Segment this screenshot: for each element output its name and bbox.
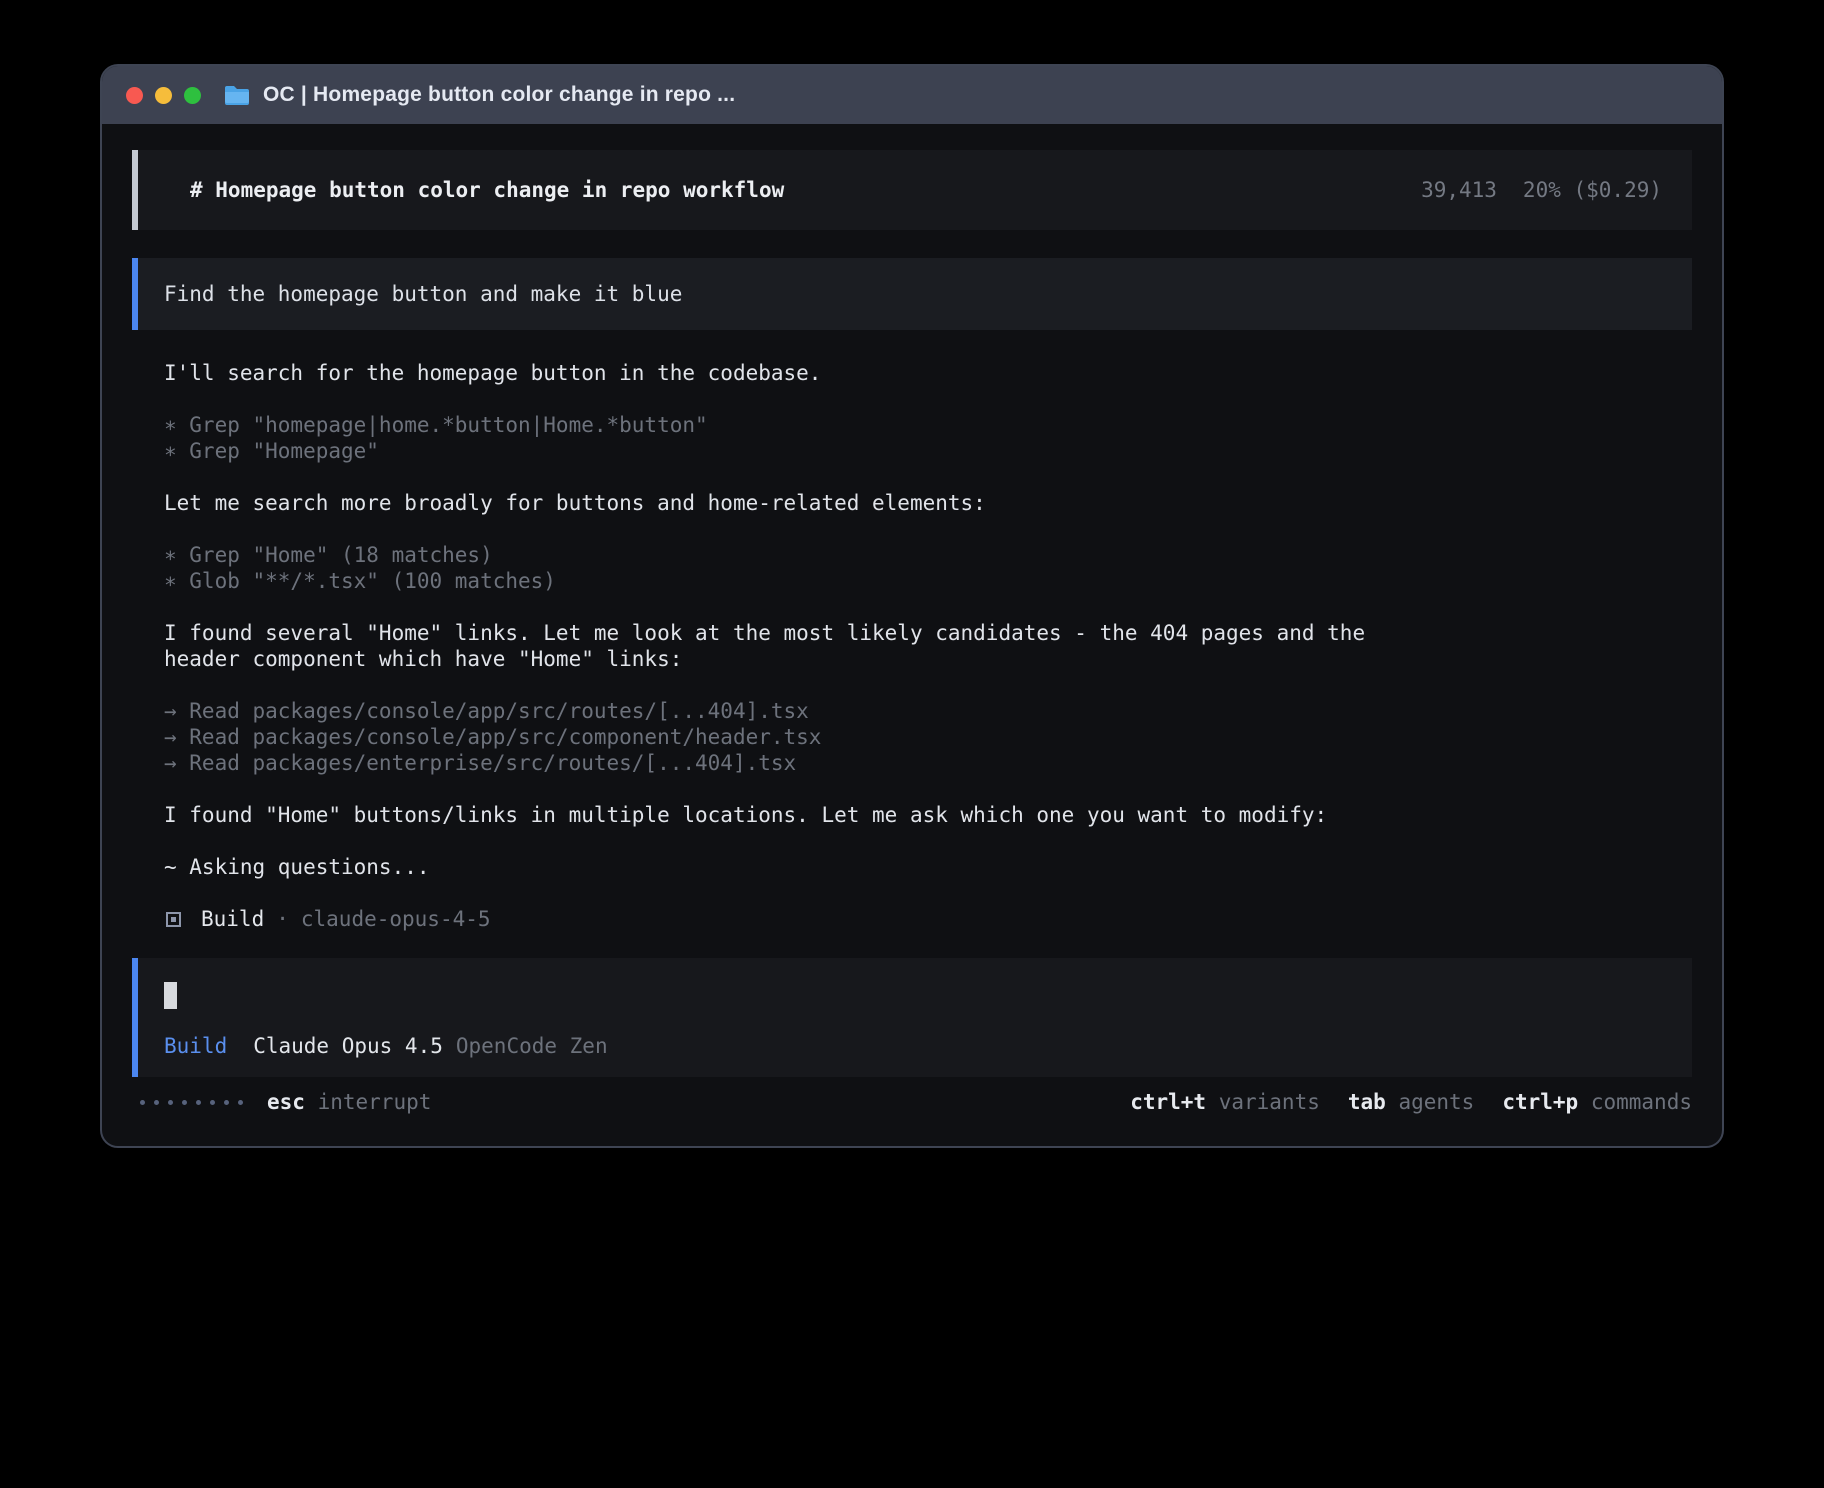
grep-tool-call: ∗ Grep "homepage|home.*button|Home.*butt… <box>164 412 1692 438</box>
agent-separator: · <box>276 906 289 932</box>
variants-hint: ctrl+t variants <box>1130 1089 1320 1115</box>
model-provider: OpenCode Zen <box>456 1033 608 1059</box>
assistant-paragraph: Let me search more broadly for buttons a… <box>164 490 1692 516</box>
tab-key: tab <box>1348 1090 1386 1114</box>
close-button[interactable] <box>126 87 143 104</box>
window-title: OC | Homepage button color change in rep… <box>263 83 735 107</box>
tool-call-group: → Read packages/console/app/src/routes/[… <box>164 698 1692 776</box>
assistant-text: Let me search more broadly for buttons a… <box>164 490 1692 516</box>
ctrl-t-key: ctrl+t <box>1130 1090 1206 1114</box>
status-bar-left: esc interrupt <box>140 1089 431 1115</box>
session-title: # Homepage button color change in repo w… <box>190 177 784 203</box>
read-tool-call: → Read packages/enterprise/src/routes/[.… <box>164 750 1692 776</box>
assistant-transcript: I'll search for the homepage button in t… <box>164 360 1692 932</box>
agents-hint: tab agents <box>1348 1089 1474 1115</box>
agent-status-row: Build · claude-opus-4-5 <box>164 906 1692 932</box>
minimize-button[interactable] <box>155 87 172 104</box>
grep-tool-call: ∗ Grep "Homepage" <box>164 438 1692 464</box>
agent-icon <box>166 912 181 927</box>
assistant-paragraph: I found several "Home" links. Let me loo… <box>164 620 1692 672</box>
agent-icon-dot <box>171 917 176 922</box>
token-count: 39,413 <box>1421 177 1497 203</box>
terminal-window: OC | Homepage button color change in rep… <box>100 64 1724 1148</box>
prompt-input[interactable]: Build Claude Opus 4.5 OpenCode Zen <box>132 958 1692 1077</box>
tab-label: agents <box>1398 1090 1474 1114</box>
working-status-text: ~ Asking questions... <box>164 854 1692 880</box>
zoom-button[interactable] <box>184 87 201 104</box>
context-usage: 20% ($0.29) <box>1523 177 1662 203</box>
session-header: # Homepage button color change in repo w… <box>132 150 1692 230</box>
ctrl-t-label: variants <box>1219 1090 1320 1114</box>
ctrl-p-label: commands <box>1591 1090 1692 1114</box>
agent-name: Build <box>201 906 264 932</box>
window-titlebar[interactable]: OC | Homepage button color change in rep… <box>102 66 1722 124</box>
glob-tool-call: ∗ Glob "**/*.tsx" (100 matches) <box>164 568 1692 594</box>
assistant-text: I'll search for the homepage button in t… <box>164 360 1692 386</box>
agent-model: claude-opus-4-5 <box>301 906 491 932</box>
assistant-text: header component which have "Home" links… <box>164 646 1692 672</box>
commands-hint: ctrl+p commands <box>1502 1089 1692 1115</box>
esc-key-label: interrupt <box>318 1090 432 1114</box>
tool-call-group: ∗ Grep "Home" (18 matches) ∗ Glob "**/*.… <box>164 542 1692 594</box>
assistant-paragraph: I found "Home" buttons/links in multiple… <box>164 802 1692 828</box>
window-controls <box>126 87 201 104</box>
status-bar: esc interrupt ctrl+t variants tab agents… <box>132 1089 1692 1115</box>
assistant-text: I found "Home" buttons/links in multiple… <box>164 802 1692 828</box>
read-tool-call: → Read packages/console/app/src/routes/[… <box>164 698 1692 724</box>
interrupt-hint: esc interrupt <box>267 1089 431 1115</box>
input-status-line: Build Claude Opus 4.5 OpenCode Zen <box>164 1033 1664 1059</box>
esc-key: esc <box>267 1090 305 1114</box>
tool-call-group: ∗ Grep "homepage|home.*button|Home.*butt… <box>164 412 1692 464</box>
read-tool-call: → Read packages/console/app/src/componen… <box>164 724 1692 750</box>
working-status: ~ Asking questions... <box>164 854 1692 880</box>
terminal-content: # Homepage button color change in repo w… <box>102 124 1722 1115</box>
text-cursor <box>164 982 177 1009</box>
assistant-text: I found several "Home" links. Let me loo… <box>164 620 1692 646</box>
user-message-text: Find the homepage button and make it blu… <box>164 281 682 307</box>
session-meta: 39,413 20% ($0.29) <box>1421 177 1662 203</box>
agent-mode-label[interactable]: Build <box>164 1033 227 1059</box>
progress-dots <box>140 1100 243 1105</box>
assistant-paragraph: I'll search for the homepage button in t… <box>164 360 1692 386</box>
user-message: Find the homepage button and make it blu… <box>132 258 1692 330</box>
grep-tool-call: ∗ Grep "Home" (18 matches) <box>164 542 1692 568</box>
input-text-line[interactable] <box>164 982 1664 1009</box>
ctrl-p-key: ctrl+p <box>1502 1090 1578 1114</box>
model-name: Claude Opus 4.5 <box>253 1033 443 1059</box>
status-bar-right: ctrl+t variants tab agents ctrl+p comman… <box>1130 1089 1692 1115</box>
folder-icon <box>223 84 251 106</box>
